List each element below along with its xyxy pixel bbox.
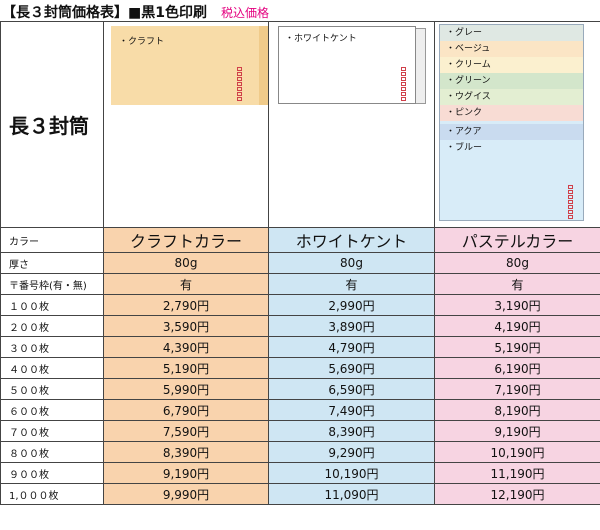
price-row: ３００枚 4,390円 4,790円 5,190円	[0, 336, 600, 358]
thickness-kraft: 80g	[103, 252, 269, 274]
pastel-stripe-aqua: ・アクア	[440, 124, 583, 140]
price-table: 長３封筒 ・クラフト ・ホワイトケント ・グレー ・ベージュ ・クリーム ・グリ…	[0, 21, 600, 505]
price-kraft: 5,990円	[103, 378, 269, 400]
pastel-envelope: ・グレー ・ベージュ ・クリーム ・グリーン ・ウグイス ・ピンク ・アクア ・…	[439, 24, 584, 221]
thickness-row-label: 厚さ	[0, 252, 104, 274]
pastel-stripe-green: ・グリーン	[440, 73, 583, 89]
white-illustration-cell: ・ホワイトケント	[268, 21, 435, 228]
quantity-label: ５００枚	[0, 378, 104, 400]
price-white: 9,290円	[268, 441, 435, 463]
kraft-envelope: ・クラフト	[111, 26, 259, 105]
price-row: ４００枚 5,190円 5,690円 6,190円	[0, 357, 600, 379]
thickness-white: 80g	[268, 252, 435, 274]
price-white: 4,790円	[268, 336, 435, 358]
color-pastel: パステルカラー	[434, 227, 600, 253]
pastel-stripe-pink: ・ピンク	[440, 105, 583, 121]
price-white: 11,090円	[268, 483, 435, 505]
price-pastel: 5,190円	[434, 336, 600, 358]
postal-row: 〒番号枠(有・無) 有 有 有	[0, 273, 600, 295]
pastel-stripe-uguisu: ・ウグイス	[440, 89, 583, 105]
pastel-stripe-cream: ・クリーム	[440, 57, 583, 73]
pastel-illustration-cell: ・グレー ・ベージュ ・クリーム ・グリーン ・ウグイス ・ピンク ・アクア ・…	[434, 21, 600, 228]
price-pastel: 6,190円	[434, 357, 600, 379]
price-white: 7,490円	[268, 399, 435, 421]
quantity-label: ９００枚	[0, 462, 104, 484]
thickness-row: 厚さ 80g 80g 80g	[0, 252, 600, 274]
page-title: 【長３封筒価格表】■黒1色印刷 税込価格	[2, 2, 269, 21]
quantity-label: ４００枚	[0, 357, 104, 379]
price-row: ８００枚 8,390円 9,290円 10,190円	[0, 441, 600, 463]
postal-white: 有	[268, 273, 435, 295]
price-pastel: 4,190円	[434, 315, 600, 337]
quantity-label: ６００枚	[0, 399, 104, 421]
price-row: 1,０００枚 9,990円 11,090円 12,190円	[0, 483, 600, 505]
postal-row-label: 〒番号枠(有・無)	[0, 273, 104, 295]
price-white: 6,590円	[268, 378, 435, 400]
price-pastel: 11,190円	[434, 462, 600, 484]
color-row: カラー クラフトカラー ホワイトケント パステルカラー	[0, 227, 600, 253]
price-pastel: 8,190円	[434, 399, 600, 421]
price-kraft: 3,590円	[103, 315, 269, 337]
price-kraft: 9,990円	[103, 483, 269, 505]
title-text: 【長３封筒価格表】■黒1色印刷	[2, 5, 207, 21]
kraft-flap	[259, 26, 268, 105]
price-kraft: 7,590円	[103, 420, 269, 442]
kraft-illustration-cell: ・クラフト	[103, 21, 269, 228]
white-label: ・ホワイトケント	[285, 34, 357, 44]
price-pastel: 12,190円	[434, 483, 600, 505]
price-kraft: 9,190円	[103, 462, 269, 484]
quantity-label: ３００枚	[0, 336, 104, 358]
thickness-pastel: 80g	[434, 252, 600, 274]
price-kraft: 6,790円	[103, 399, 269, 421]
price-pastel: 9,190円	[434, 420, 600, 442]
kraft-label: ・クラフト	[119, 37, 165, 47]
price-kraft: 8,390円	[103, 441, 269, 463]
price-white: 10,190円	[268, 462, 435, 484]
tax-note: 税込価格	[220, 6, 269, 20]
postal-code-boxes	[237, 67, 242, 101]
quantity-label: ７００枚	[0, 420, 104, 442]
price-row: ９００枚 9,190円 10,190円 11,190円	[0, 462, 600, 484]
price-row: １００枚 2,790円 2,990円 3,190円	[0, 294, 600, 316]
postal-code-boxes	[401, 67, 406, 101]
price-pastel: 3,190円	[434, 294, 600, 316]
price-white: 5,690円	[268, 357, 435, 379]
price-pastel: 10,190円	[434, 441, 600, 463]
color-row-label: カラー	[0, 227, 104, 253]
pastel-stripe-beige: ・ベージュ	[440, 41, 583, 57]
price-kraft: 5,190円	[103, 357, 269, 379]
price-white: 2,990円	[268, 294, 435, 316]
price-white: 8,390円	[268, 420, 435, 442]
pastel-stripe-grey: ・グレー	[440, 25, 583, 41]
quantity-label: ８００枚	[0, 441, 104, 463]
price-row: ５００枚 5,990円 6,590円 7,190円	[0, 378, 600, 400]
price-white: 3,890円	[268, 315, 435, 337]
quantity-label: １００枚	[0, 294, 104, 316]
price-kraft: 2,790円	[103, 294, 269, 316]
quantity-label: ２００枚	[0, 315, 104, 337]
price-row: ６００枚 6,790円 7,490円 8,190円	[0, 399, 600, 421]
white-envelope: ・ホワイトケント	[278, 26, 416, 104]
pastel-stripe-blue: ・ブルー	[446, 143, 483, 153]
envelope-name: 長３封筒	[0, 21, 104, 228]
price-row: ７００枚 7,590円 8,390円 9,190円	[0, 420, 600, 442]
white-flap	[416, 28, 426, 104]
quantity-label: 1,０００枚	[0, 483, 104, 505]
illustration-row: 長３封筒 ・クラフト ・ホワイトケント ・グレー ・ベージュ ・クリーム ・グリ…	[0, 21, 600, 228]
color-white: ホワイトケント	[268, 227, 435, 253]
postal-code-boxes	[568, 185, 573, 219]
postal-kraft: 有	[103, 273, 269, 295]
price-row: ２００枚 3,590円 3,890円 4,190円	[0, 315, 600, 337]
color-kraft: クラフトカラー	[103, 227, 269, 253]
price-kraft: 4,390円	[103, 336, 269, 358]
price-pastel: 7,190円	[434, 378, 600, 400]
postal-pastel: 有	[434, 273, 600, 295]
